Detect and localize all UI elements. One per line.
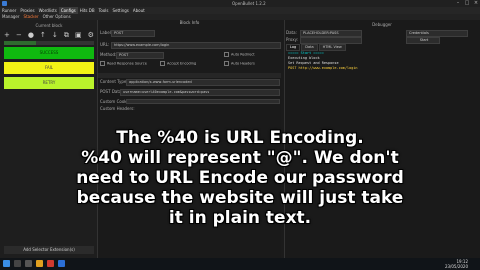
task-view-icon[interactable] [25, 260, 32, 267]
content-type-field[interactable]: application/x-www-form-urlencoded [126, 79, 280, 86]
browser-icon[interactable] [47, 260, 54, 267]
fail-button[interactable]: FAIL [4, 62, 94, 74]
start-icon[interactable] [3, 260, 10, 267]
data-input[interactable]: PLACEHOLDER:PASS [300, 30, 362, 37]
save-icon[interactable]: ▣ [75, 31, 82, 39]
read-response-checkbox[interactable]: Read Response Source [100, 61, 147, 67]
debugger-tabs: Log Data HTML View [286, 44, 347, 51]
app-logo-icon [2, 1, 7, 6]
menu-item-hits-db[interactable]: Hits DB [78, 7, 97, 14]
window-title: OpenBullet 1.2.2 [232, 1, 266, 6]
tab-html-view[interactable]: HTML View [318, 44, 346, 51]
proxy-label: Proxy: [286, 37, 299, 42]
close-icon[interactable]: × [472, 0, 480, 7]
caption-line: The %40 is URL Encoding. [116, 128, 364, 148]
clock-date: 23/05/2020 [444, 264, 468, 269]
block-progress-fill [4, 41, 36, 45]
success-button[interactable]: SUCCESS [4, 47, 94, 59]
proxy-input[interactable] [300, 37, 362, 44]
block-panel-title: Current block [35, 23, 63, 28]
system-clock[interactable]: 19:12 23/05/2020 [445, 259, 468, 269]
file-explorer-icon[interactable] [36, 260, 43, 267]
maximize-icon[interactable]: □ [463, 0, 471, 7]
content-type-label: Content Type: [100, 79, 128, 84]
caption-line: it in plain text. [168, 208, 312, 228]
menu-item-about[interactable]: About [131, 7, 147, 14]
block-info-header: Block Info [179, 20, 200, 25]
search-icon[interactable] [14, 260, 21, 267]
menu-item-settings[interactable]: Settings [110, 7, 130, 14]
move-up-icon[interactable]: ↑ [40, 31, 46, 39]
minimize-icon[interactable]: – [454, 0, 462, 7]
taskbar: 19:12 23/05/2020 [0, 258, 480, 270]
add-selector-button[interactable]: Add Selector Extension(s) [4, 246, 94, 254]
add-block-icon[interactable]: + [4, 31, 10, 39]
menu-item-configs[interactable]: Configs [58, 7, 78, 14]
caption-overlay: The %40 is URL Encoding. %40 will repres… [0, 128, 480, 228]
tab-data[interactable]: Data [301, 44, 318, 51]
url-label: URL: [100, 42, 110, 47]
accept-encoding-checkbox[interactable]: Accept Encoding [160, 61, 196, 67]
settings-icon[interactable]: ⚙ [88, 31, 94, 39]
menu-item-runner[interactable]: Runner [0, 7, 18, 14]
auto-headers-checkbox[interactable]: Auto Headers [224, 61, 255, 67]
method-label: Method: [100, 52, 117, 57]
log-line: POST http://www.example.com/login [288, 66, 358, 70]
caption-line: %40 will represent "@". We don't [81, 148, 399, 168]
clone-block-icon[interactable]: ⧉ [64, 31, 69, 39]
menu-item-proxies[interactable]: Proxies [18, 7, 36, 14]
post-data-field[interactable]: username=user%40example.com&password=pas… [120, 89, 280, 96]
menu-item-wordlists[interactable]: Wordlists [37, 7, 59, 14]
retry-button[interactable]: RETRY [4, 77, 94, 89]
main-menu: Runner Proxies Wordlists Configs Hits DB… [0, 7, 480, 14]
label-field[interactable]: POST [111, 30, 155, 37]
custom-cookies-field[interactable] [126, 99, 280, 104]
app-icon[interactable] [58, 260, 65, 267]
method-select[interactable]: POST [116, 52, 164, 59]
url-field[interactable]: https://www.example.com/login [111, 42, 281, 49]
title-bar: OpenBullet 1.2.2 – □ × [0, 0, 480, 7]
auto-redirect-checkbox[interactable]: Auto Redirect [224, 52, 255, 58]
data-label: Data: [286, 30, 297, 35]
menu-item-tools[interactable]: Tools [97, 7, 111, 14]
caption-line: need to URL Encode our password [76, 168, 404, 188]
move-down-icon[interactable]: ↓ [52, 31, 58, 39]
block-toolbar: + − ● ↑ ↓ ⧉ ▣ ⚙ [4, 31, 94, 39]
disable-block-icon[interactable]: ● [28, 31, 34, 39]
tab-log[interactable]: Log [286, 44, 301, 51]
debug-log: ===== Start ===== Executing block Set Re… [288, 51, 358, 71]
start-button[interactable]: Start [406, 37, 440, 44]
remove-block-icon[interactable]: − [16, 31, 22, 39]
custom-headers-label: Custom Headers: [100, 106, 135, 111]
type-select[interactable]: Credentials [406, 30, 468, 37]
debugger-header: Debugger [372, 22, 392, 27]
caption-line: because the website will just take [76, 188, 404, 208]
block-progress [4, 41, 94, 45]
